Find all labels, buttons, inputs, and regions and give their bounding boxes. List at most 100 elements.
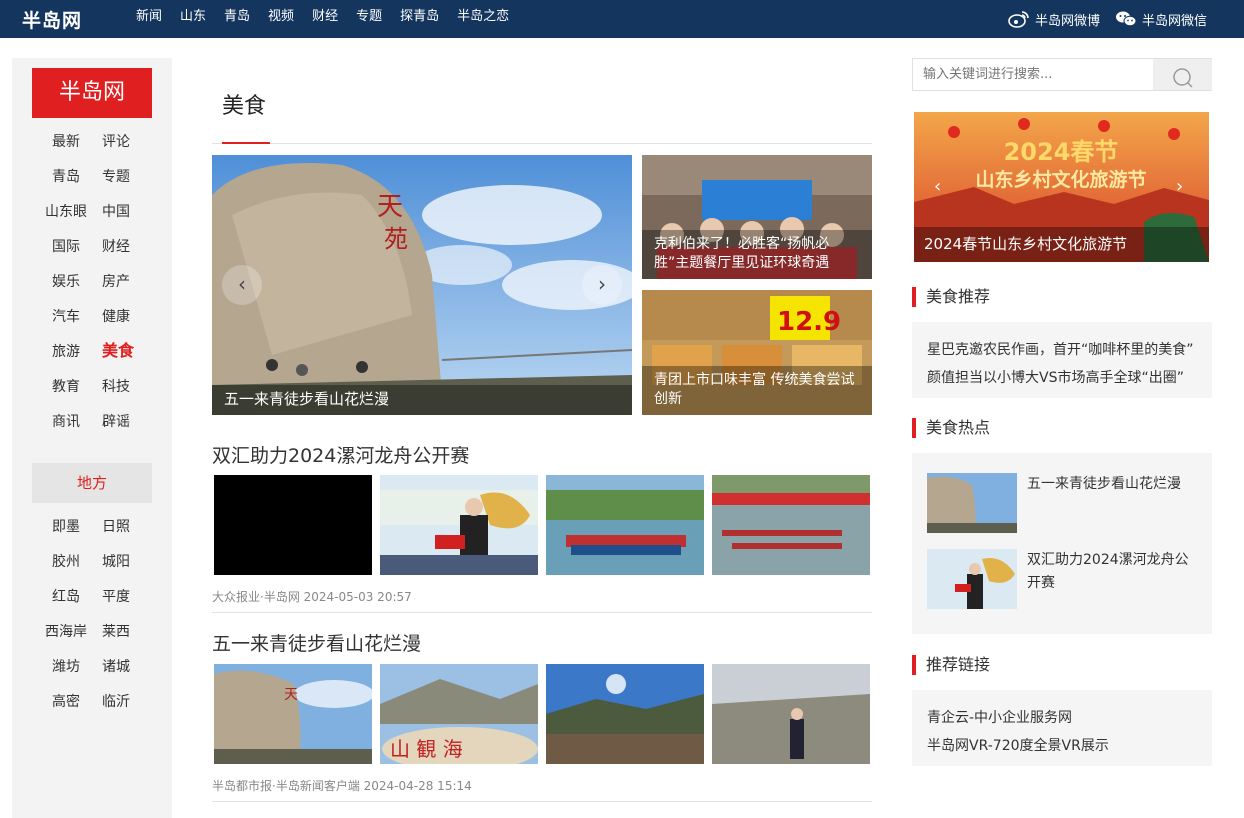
region-item-pingdu[interactable]: 平度 [102,587,130,607]
slider-prev-button[interactable]: ‹ [222,265,262,305]
slider-next-button[interactable]: › [582,265,622,305]
links-panel: 青企云-中小企业服务网 半岛网VR-720度全景VR展示 [912,690,1212,766]
nav-topics[interactable]: 专题 [356,0,382,38]
hot-thumb-2-image [927,549,1017,609]
nav-explore-qingdao[interactable]: 探青岛 [400,0,439,38]
sidebar-item-shandong-eye[interactable]: 山东眼 [45,202,87,222]
hot-item-title-2[interactable]: 双汇助力2024漯河龙舟公开赛 [1027,549,1197,595]
nav-bandao-love[interactable]: 半岛之恋 [457,0,509,38]
side-card-1-caption: 克利伯来了！必胜客“扬帆必胜”主题餐厅里见证环球奇遇 [642,230,872,279]
banner-prev-icon[interactable]: ‹ [934,176,941,197]
article-2-thumb-1[interactable]: 天 [214,664,372,764]
article-2-thumb-3[interactable] [546,664,704,764]
article-1-thumb-1[interactable] [214,475,372,575]
region-item-gaomi[interactable]: 高密 [52,692,80,712]
page-title: 美食 [222,94,267,119]
sidebar-item-entertainment[interactable]: 娱乐 [52,272,80,292]
region-item-xihaian[interactable]: 西海岸 [45,622,87,642]
sidebar-item-business[interactable]: 商讯 [52,412,80,432]
article-title-2[interactable]: 五一来青徒步看山花烂漫 [212,629,421,656]
partner-link-2[interactable]: 半岛网VR-720度全景VR展示 [927,735,1197,755]
sidebar-item-health[interactable]: 健康 [102,307,130,327]
region-nav: 即墨 日照 胶州 城阳 红岛 平度 西海岸 莱西 潍坊 诸城 高密 临沂 [12,517,172,727]
article-title-1[interactable]: 双汇助力2024漯河龙舟公开赛 [212,441,469,468]
banner-next-icon[interactable]: › [1176,176,1183,197]
site-logo[interactable]: 半岛网 [22,6,82,33]
hot-item-title-1[interactable]: 五一来青徒步看山花烂漫 [1027,473,1197,496]
search-bar [912,58,1212,91]
side-card-2-caption: 青团上市口味丰富 传统美食尝试创新 [642,366,872,415]
sidebar-item-travel[interactable]: 旅游 [52,342,80,362]
hot-thumb-1[interactable] [927,473,1017,533]
sidebar-item-topics[interactable]: 专题 [102,167,130,187]
svg-text:12.9: 12.9 [777,307,841,337]
banner-art-title: 2024春节 [1004,138,1119,166]
sidebar-item-international[interactable]: 国际 [52,237,80,257]
links-heading: 推荐链接 [912,655,990,675]
article-divider-1 [212,612,872,613]
article-1-thumbs [214,475,878,575]
article-2-meta: 半岛都市报·半岛新闻客户端 2024-04-28 15:14 [212,779,472,793]
region-item-weifang[interactable]: 潍坊 [52,657,80,677]
region-item-jiaozhou[interactable]: 胶州 [52,552,80,572]
sidebar-item-latest[interactable]: 最新 [52,132,80,152]
region-button[interactable]: 地方 [32,463,152,503]
region-item-linyi[interactable]: 临沂 [102,692,130,712]
article-2-thumb-1-image: 天 [214,664,372,764]
nav-video[interactable]: 视频 [268,0,294,38]
region-item-laixi[interactable]: 莱西 [102,622,130,642]
svg-text:天: 天 [284,687,298,703]
article-2-thumb-2-image: 山 観 海 [380,664,538,764]
search-button[interactable] [1153,59,1212,90]
search-icon [1173,68,1193,88]
nav-news[interactable]: 新闻 [136,0,162,38]
sidebar-item-finance[interactable]: 财经 [102,237,130,257]
weibo-link[interactable]: 半岛网微博 [1008,0,1100,38]
region-item-zhucheng[interactable]: 诸城 [102,657,130,677]
region-item-chengyang[interactable]: 城阳 [102,552,130,572]
article-2-thumb-4-image [712,664,870,764]
partner-link-1[interactable]: 青企云-中小企业服务网 [927,707,1197,727]
side-card-1[interactable]: 克利伯来了！必胜客“扬帆必胜”主题餐厅里见证环球奇遇 [642,155,872,279]
recommend-link-2[interactable]: 颜值担当以小博大VS市场高手全球“出圈” [927,367,1197,387]
title-divider [212,143,872,144]
sidebar-item-china[interactable]: 中国 [102,202,130,222]
recommend-link-1[interactable]: 星巴克邀农民作画，首开“咖啡杯里的美食” [927,339,1197,359]
region-item-rizhao[interactable]: 日照 [102,517,130,537]
nav-finance[interactable]: 财经 [312,0,338,38]
article-1-meta: 大众报业·半岛网 2024-05-03 20:57 [212,590,412,604]
wechat-link[interactable]: 半岛网微信 [1115,0,1207,38]
brand-button[interactable]: 半岛网 [32,68,152,118]
wechat-label: 半岛网微信 [1142,13,1208,29]
side-card-2[interactable]: 12.9 青团上市口味丰富 传统美食尝试创新 [642,290,872,415]
article-2-thumb-3-image [546,664,704,764]
article-divider-2 [212,801,872,802]
sidebar-item-qingdao[interactable]: 青岛 [52,167,80,187]
article-2-thumb-4[interactable] [712,664,870,764]
search-input[interactable] [913,59,1153,90]
article-1-thumb-2[interactable] [380,475,538,575]
recommend-heading: 美食推荐 [912,287,990,307]
article-1-thumb-3[interactable] [546,475,704,575]
article-2-thumb-2[interactable]: 山 観 海 [380,664,538,764]
sidebar-item-tech[interactable]: 科技 [102,377,130,397]
sidebar-item-realestate[interactable]: 房产 [102,272,130,292]
region-item-jimo[interactable]: 即墨 [52,517,80,537]
sidebar-item-food[interactable]: 美食 [102,341,134,361]
hero-slide[interactable]: 天 苑 ‹ › 五一来青徒步看山花烂漫 [212,155,632,415]
sidebar-item-auto[interactable]: 汽车 [52,307,80,327]
hot-heading: 美食热点 [912,418,990,438]
region-item-hongdao[interactable]: 红岛 [52,587,80,607]
hot-thumb-2[interactable] [927,549,1017,609]
banner-art-subtitle: 山东乡村文化旅游节 [975,168,1146,191]
sidebar-item-rumor[interactable]: 辟谣 [102,412,130,432]
nav-qingdao[interactable]: 青岛 [224,0,250,38]
article-1-thumb-4[interactable] [712,475,870,575]
title-underline [222,142,270,144]
festival-banner[interactable]: 2024春节 山东乡村文化旅游节 2024春节山东乡村文化旅游节 ‹ › [914,112,1209,262]
weibo-label: 半岛网微博 [1035,13,1101,29]
sidebar-item-education[interactable]: 教育 [52,377,80,397]
nav-shandong[interactable]: 山东 [180,0,206,38]
sidebar-item-comment[interactable]: 评论 [102,132,130,152]
svg-text:天: 天 [377,192,403,222]
